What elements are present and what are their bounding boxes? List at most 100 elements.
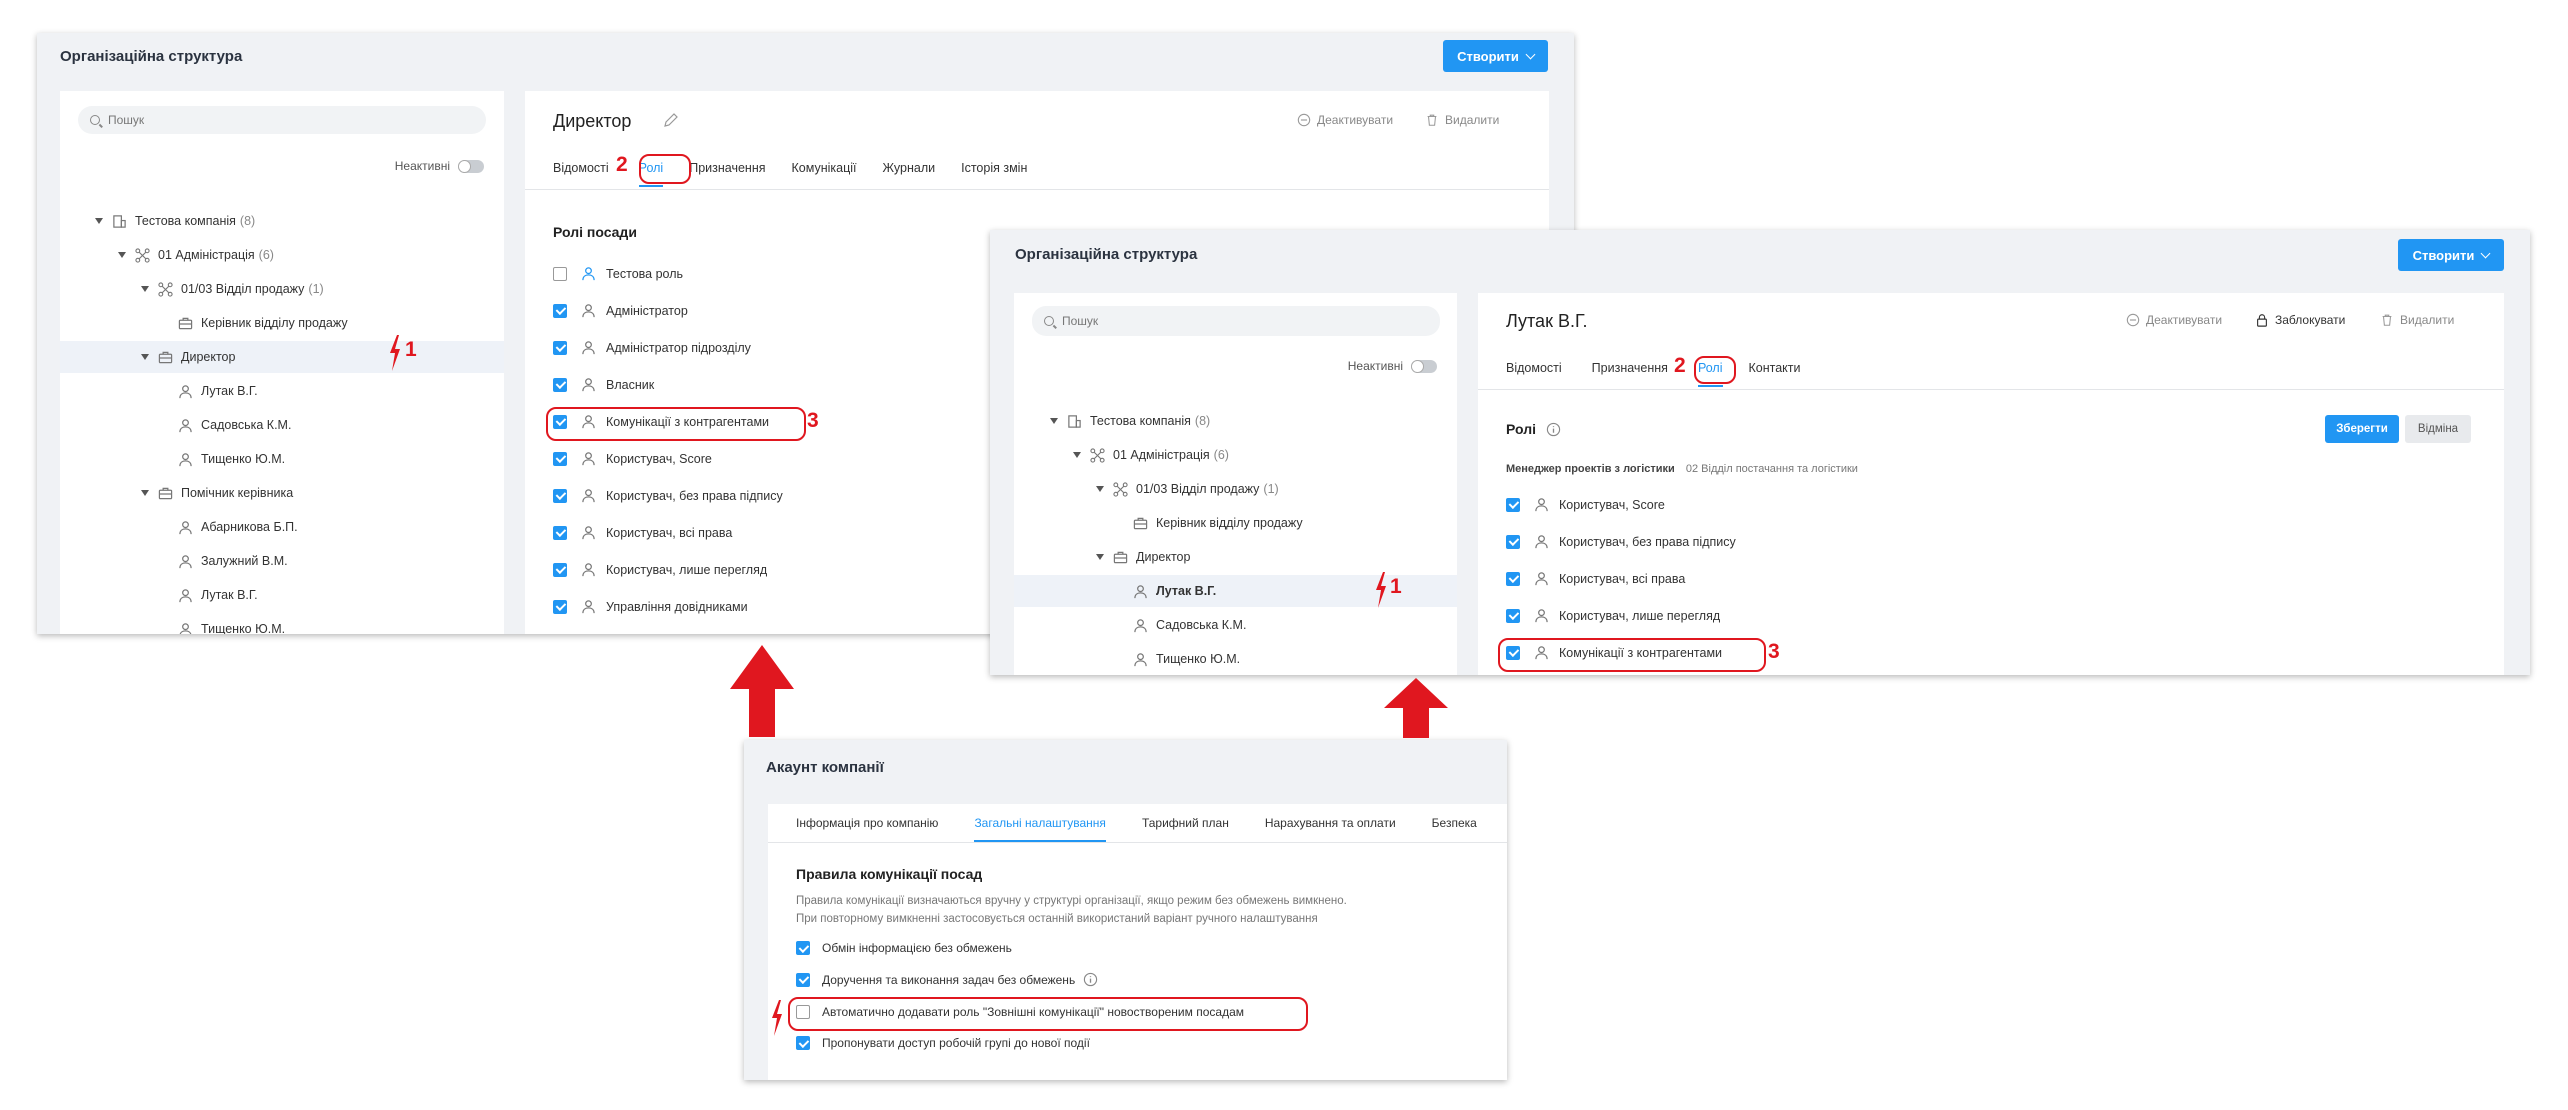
tree-item[interactable]: Залужний В.М. [60,545,504,577]
delete-label: Видалити [1445,113,1500,127]
option-item[interactable]: Обмін інформацією без обмежень [796,941,1012,955]
edit-pencil-icon[interactable] [663,112,679,128]
caret-down-icon[interactable] [1050,418,1058,424]
option-checkbox[interactable] [796,941,810,955]
role-checkbox[interactable] [553,266,567,281]
tab-journals[interactable]: Журнали [883,161,936,187]
caret-down-icon[interactable] [141,354,149,360]
tree-item-selected[interactable]: Директор [60,341,504,373]
role-checkbox[interactable] [553,377,567,392]
role-item[interactable]: Адміністратор підрозділу [553,340,751,355]
inactive-toggle[interactable] [1411,359,1437,373]
role-checkbox[interactable] [553,451,567,466]
tree-item[interactable]: 01 Адміністрація (6) [60,239,504,271]
option-item[interactable]: Пропонувати доступ робочій групі до ново… [796,1036,1090,1050]
tree-item[interactable]: Абарникова Б.П. [60,511,504,543]
inactive-toggle[interactable] [458,159,484,173]
tab-contacts[interactable]: Контакти [1749,361,1801,387]
role-checkbox[interactable] [553,562,567,577]
caret-down-icon[interactable] [141,490,149,496]
user-icon [1535,609,1548,623]
role-item[interactable]: Власник [553,377,654,392]
tree-item[interactable]: Помічник керівника [60,477,504,509]
role-checkbox[interactable] [1506,608,1520,623]
tab-company-info[interactable]: Інформація про компанію [796,816,938,842]
tab-info[interactable]: Відомості [1506,361,1562,387]
role-checkbox[interactable] [1506,571,1520,586]
role-item[interactable]: Користувач, без права підпису [1506,534,1736,549]
caret-down-icon[interactable] [141,286,149,292]
tree-item[interactable]: Директор [1014,541,1457,573]
role-checkbox[interactable] [553,525,567,540]
caret-down-icon[interactable] [1096,554,1104,560]
info-icon[interactable] [1083,972,1098,987]
tree-item[interactable]: 01 Адміністрація (6) [1014,439,1457,471]
tree-item[interactable]: Керівник відділу продажу [1014,507,1457,539]
tree-item[interactable]: 01/03 Відділ продажу (1) [60,273,504,305]
option-checkbox[interactable] [796,1036,810,1050]
cancel-button[interactable]: Відміна [2405,415,2471,443]
option-checkbox[interactable] [796,972,810,987]
caret-down-icon[interactable] [1073,452,1081,458]
tab-tariff-plan[interactable]: Тарифний план [1142,816,1229,842]
tree-item[interactable]: 01/03 Відділ продажу (1) [1014,473,1457,505]
role-checkbox[interactable] [1506,534,1520,549]
tree-item[interactable]: Садовська К.М. [60,409,504,441]
role-item[interactable]: Користувач, Score [1506,497,1665,512]
user-icon [1535,498,1548,512]
create-button[interactable]: Створити [1443,40,1548,72]
save-button[interactable]: Зберегти [2325,415,2399,443]
tab-general-settings[interactable]: Загальні налаштування [974,816,1106,842]
tab-history[interactable]: Історія змін [961,161,1027,187]
option-label: Обмін інформацією без обмежень [822,941,1012,955]
tab-assignments[interactable]: Призначення [689,161,765,187]
delete-button[interactable]: Видалити [1425,113,1499,127]
tab-security[interactable]: Безпека [1432,816,1477,842]
role-item[interactable]: Користувач, Score [553,451,712,466]
role-checkbox[interactable] [553,340,567,355]
role-item[interactable]: Тестова роль [553,266,683,281]
deactivate-button[interactable]: Деактивувати [1297,113,1393,127]
role-item[interactable]: Користувач, лише перегляд [553,562,767,577]
role-item[interactable]: Користувач, лише перегляд [1506,608,1720,623]
search-icon [90,115,100,125]
role-item[interactable]: Користувач, всі права [553,525,732,540]
search-input[interactable]: Пошук [1032,306,1440,336]
role-item[interactable]: Управління довідниками [553,599,748,614]
annotation-box-roles-tab [1694,356,1736,384]
block-button[interactable]: Заблокувати [2255,313,2345,327]
tree-item[interactable]: Лутак В.Г. [60,375,504,407]
deactivate-button[interactable]: Деактивувати [2126,313,2222,327]
user-icon [582,267,595,281]
role-item[interactable]: Користувач, всі права [1506,571,1685,586]
option-item[interactable]: Доручення та виконання задач без обмежен… [796,972,1098,987]
tree-item[interactable]: Лутак В.Г. [60,579,504,611]
account-tabs: Інформація про компанію Загальні налашту… [796,816,1477,842]
tree-item[interactable]: Тищенко Ю.М. [60,443,504,475]
role-checkbox[interactable] [553,303,567,318]
search-input[interactable]: Пошук [78,106,486,134]
caret-down-icon[interactable] [1096,486,1104,492]
role-checkbox[interactable] [1506,497,1520,512]
tab-info[interactable]: Відомості [553,161,609,187]
role-checkbox[interactable] [553,599,567,614]
detail-tabs: Відомості Ролі Призначення Комунікації Ж… [553,161,1053,187]
create-button[interactable]: Створити [2398,239,2504,271]
caret-down-icon[interactable] [95,218,103,224]
tree-item[interactable]: Тищенко Ю.М. [60,613,504,634]
caret-down-icon[interactable] [118,252,126,258]
tab-assignments[interactable]: Призначення [1592,361,1668,387]
delete-button[interactable]: Видалити [2380,313,2454,327]
tree-item[interactable]: Тестова компанія (8) [60,205,504,237]
role-checkbox[interactable] [553,488,567,503]
role-item[interactable]: Адміністратор [553,303,688,318]
tab-billing[interactable]: Нарахування та оплати [1265,816,1396,842]
tree-item[interactable]: Тищенко Ю.М. [1014,643,1457,675]
tree-item[interactable]: Керівник відділу продажу [60,307,504,339]
role-item[interactable]: Користувач, без права підпису [553,488,783,503]
tree-item[interactable]: Садовська К.М. [1014,609,1457,641]
tree-item[interactable]: Тестова компанія (8) [1014,405,1457,437]
tab-communications[interactable]: Комунікації [792,161,857,187]
annotation-number: 3 [1768,640,1780,663]
info-icon[interactable] [1546,422,1561,437]
